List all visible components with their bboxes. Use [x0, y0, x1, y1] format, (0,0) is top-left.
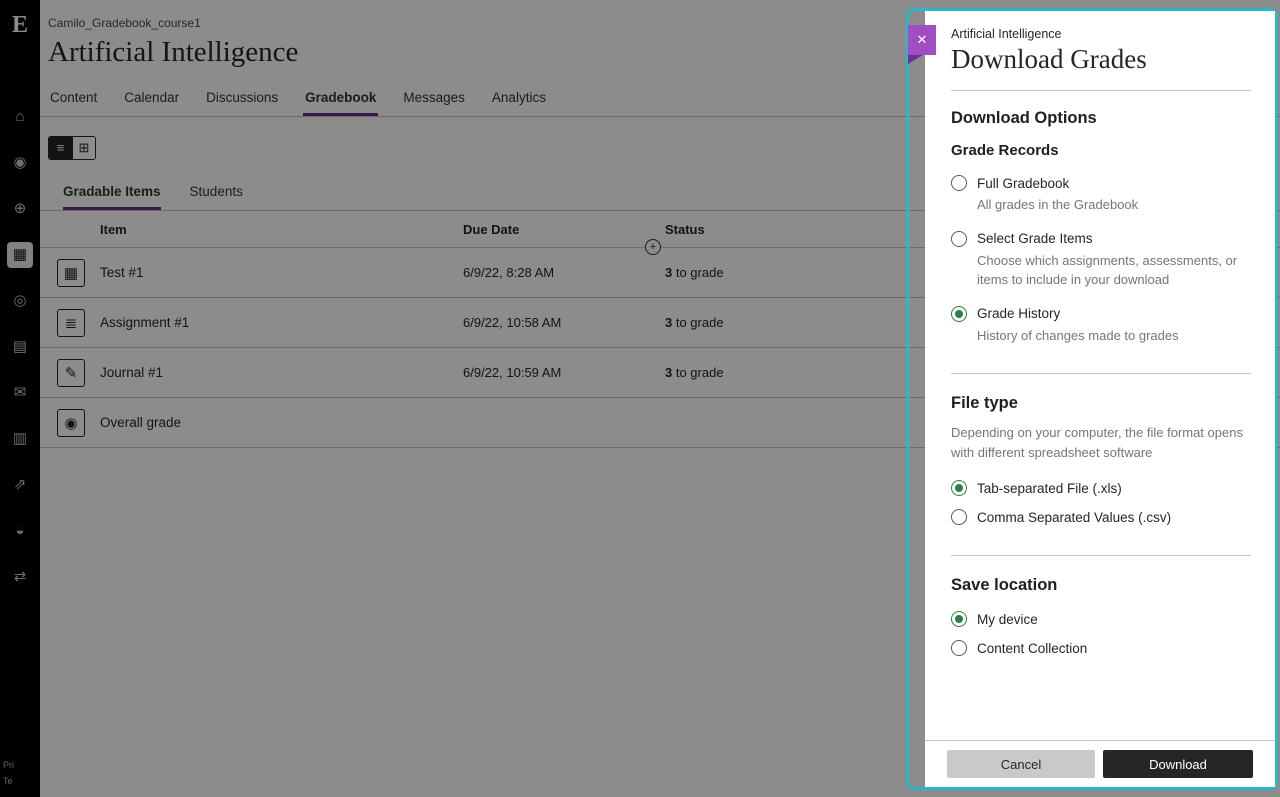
download-options-heading: Download Options — [951, 109, 1251, 128]
close-icon: ✕ — [917, 32, 928, 47]
panel-title: Download Grades — [951, 44, 1251, 75]
grade-records-heading: Grade Records — [951, 142, 1251, 159]
option-full-gradebook[interactable]: Full Gradebook — [951, 175, 1251, 191]
option-my-device[interactable]: My device — [951, 611, 1251, 627]
option-tab-separated[interactable]: Tab-separated File (.xls) — [951, 480, 1251, 496]
option-description: All grades in the Gradebook — [977, 196, 1251, 215]
divider — [951, 90, 1251, 91]
panel-context-course: Artificial Intelligence — [951, 27, 1251, 41]
option-label: Tab-separated File (.xls) — [977, 481, 1122, 496]
peek-panel-frame: ✕ Artificial Intelligence Download Grade… — [906, 8, 1278, 790]
panel-footer: Cancel Download — [925, 740, 1275, 787]
radio-full-gradebook[interactable] — [951, 175, 967, 191]
divider — [951, 555, 1251, 556]
option-grade-history[interactable]: Grade History — [951, 306, 1251, 322]
option-description: Choose which assignments, assessments, o… — [977, 252, 1251, 290]
option-label: Grade History — [977, 306, 1060, 321]
option-label: Content Collection — [977, 641, 1087, 656]
radio-select-grade-items[interactable] — [951, 231, 967, 247]
option-label: Select Grade Items — [977, 231, 1093, 246]
close-panel-button[interactable]: ✕ — [908, 25, 936, 55]
save-location-heading: Save location — [951, 576, 1251, 595]
option-content-collection[interactable]: Content Collection — [951, 640, 1251, 656]
option-select-grade-items[interactable]: Select Grade Items — [951, 231, 1251, 247]
download-button[interactable]: Download — [1103, 750, 1253, 778]
cancel-button[interactable]: Cancel — [947, 750, 1095, 778]
radio-tab-separated[interactable] — [951, 480, 967, 496]
radio-comma-separated[interactable] — [951, 509, 967, 525]
option-label: Comma Separated Values (.csv) — [977, 510, 1171, 525]
option-label: My device — [977, 612, 1038, 627]
file-type-description: Depending on your computer, the file for… — [951, 423, 1251, 462]
radio-my-device[interactable] — [951, 611, 967, 627]
option-label: Full Gradebook — [977, 176, 1069, 191]
radio-grade-history[interactable] — [951, 306, 967, 322]
download-grades-panel: Artificial Intelligence Download Grades … — [925, 11, 1275, 787]
radio-content-collection[interactable] — [951, 640, 967, 656]
file-type-heading: File type — [951, 394, 1251, 413]
option-comma-separated[interactable]: Comma Separated Values (.csv) — [951, 509, 1251, 525]
option-description: History of changes made to grades — [977, 327, 1251, 346]
divider — [951, 373, 1251, 374]
